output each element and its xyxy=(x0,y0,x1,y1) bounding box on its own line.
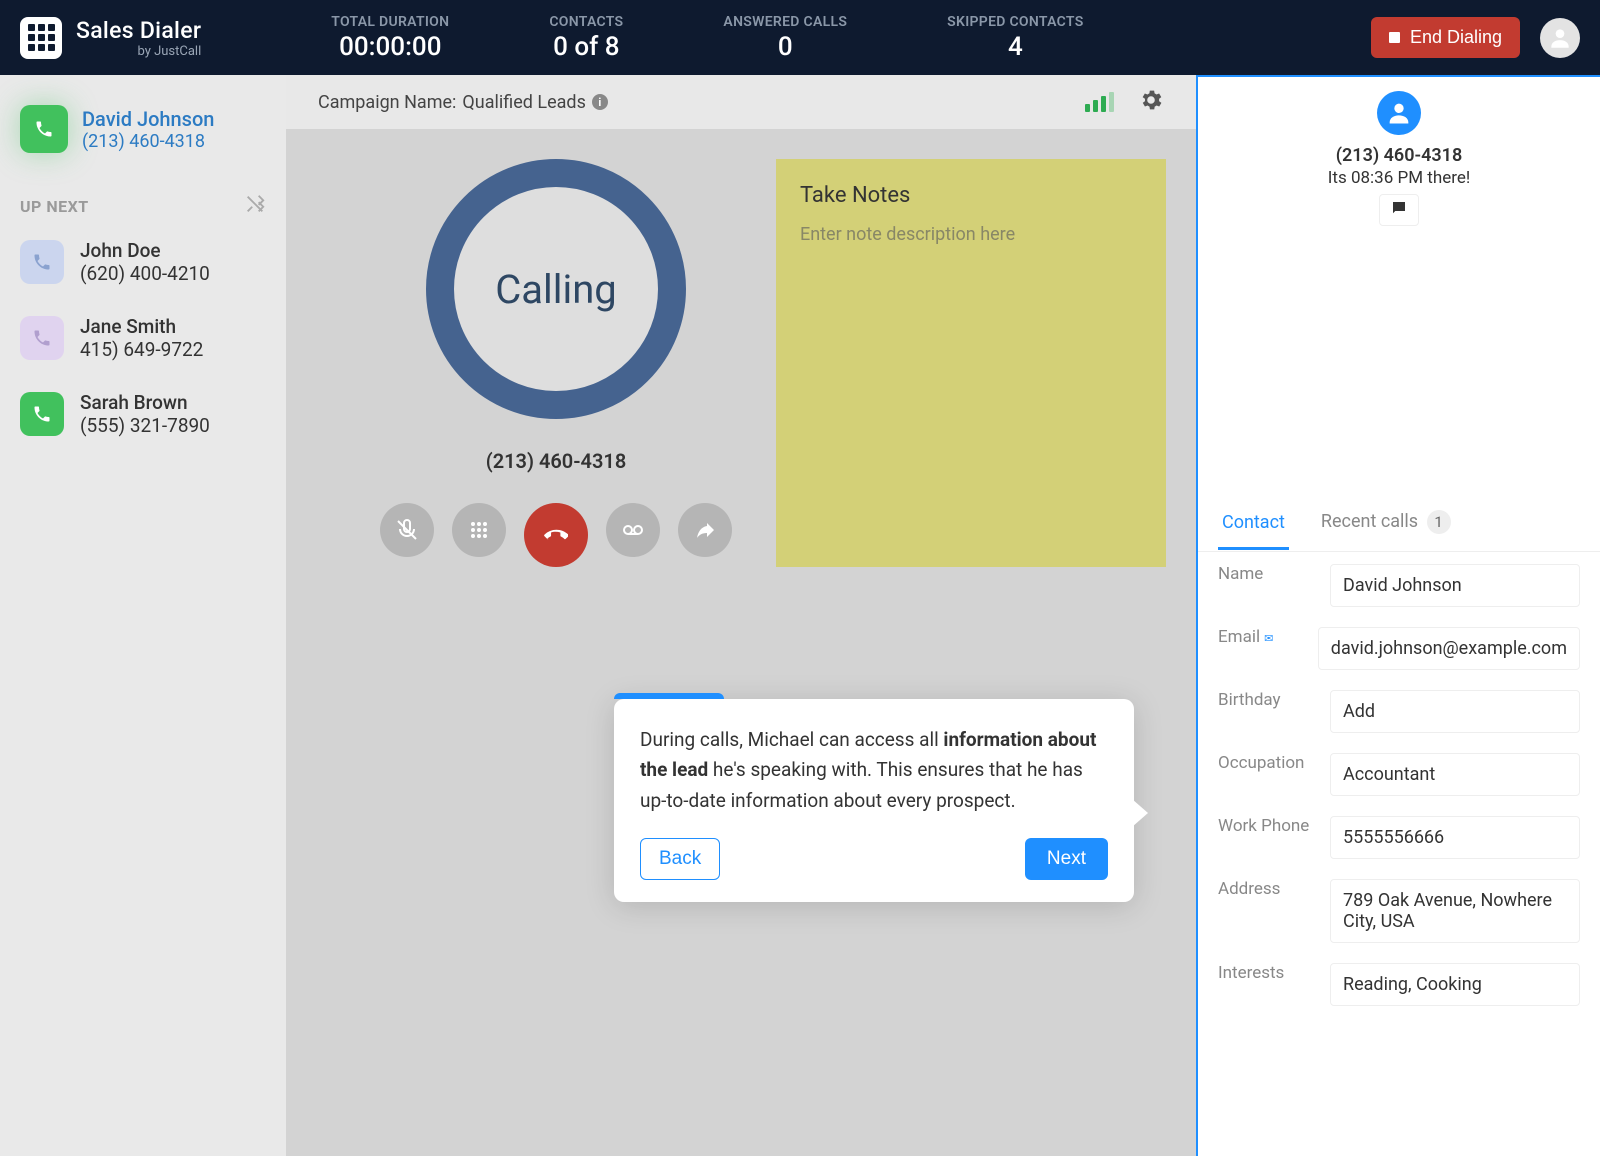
active-contact[interactable]: David Johnson (213) 460-4318 xyxy=(20,105,266,153)
tab-contact[interactable]: Contact xyxy=(1218,498,1289,550)
info-icon[interactable]: i xyxy=(592,94,608,110)
tab-recent-count: 1 xyxy=(1427,510,1451,534)
logo-icon xyxy=(20,17,62,59)
stop-icon xyxy=(1389,32,1400,43)
phone-icon xyxy=(20,316,64,360)
contact-details: Name David Johnson Email✉ david.johnson@… xyxy=(1198,552,1600,1018)
field-label: Work Phone xyxy=(1218,816,1330,836)
stat-label: TOTAL DURATION xyxy=(331,14,449,30)
field-workphone: Work Phone 5555556666 xyxy=(1218,816,1580,859)
tab-recent-label: Recent calls xyxy=(1321,511,1418,532)
call-status: Calling xyxy=(495,266,617,313)
app-logo: Sales Dialer by JustCall xyxy=(20,17,201,59)
active-contact-name: David Johnson xyxy=(82,107,214,131)
notes-block[interactable]: Take Notes Enter note description here xyxy=(776,159,1166,567)
contact-item[interactable]: John Doe (620) 400-4210 xyxy=(20,239,266,285)
end-dialing-button[interactable]: End Dialing xyxy=(1371,17,1520,58)
field-label: Name xyxy=(1218,564,1330,584)
gear-icon[interactable] xyxy=(1138,87,1164,117)
signal-icon xyxy=(1085,92,1114,112)
panel-phone: (213) 460-4318 xyxy=(1198,145,1600,166)
stat-value: 0 of 8 xyxy=(549,32,623,62)
stat-answered: ANSWERED CALLS 0 xyxy=(723,14,847,62)
tour-popover: During calls, Michael can access all inf… xyxy=(614,699,1134,902)
field-name: Name David Johnson xyxy=(1218,564,1580,607)
stat-label: CONTACTS xyxy=(549,14,623,30)
field-value[interactable]: David Johnson xyxy=(1330,564,1580,607)
contact-phone: (555) 321-7890 xyxy=(80,414,210,437)
panel-avatar-icon xyxy=(1377,91,1421,135)
hangup-button[interactable] xyxy=(524,503,588,567)
field-birthday: Birthday Add xyxy=(1218,690,1580,733)
active-contact-phone: (213) 460-4318 xyxy=(82,131,214,152)
field-label: Address xyxy=(1218,879,1330,899)
field-value[interactable]: Accountant xyxy=(1330,753,1580,796)
stat-label: SKIPPED CONTACTS xyxy=(947,14,1083,30)
field-occupation: Occupation Accountant xyxy=(1218,753,1580,796)
top-header: Sales Dialer by JustCall TOTAL DURATION … xyxy=(0,0,1600,75)
popover-text-before: During calls, Michael can access all xyxy=(640,728,943,751)
field-email: Email✉ david.johnson@example.com xyxy=(1218,627,1580,670)
tab-recent-calls[interactable]: Recent calls 1 xyxy=(1317,496,1455,551)
field-label: Email✉ xyxy=(1218,627,1318,647)
app-subtitle: by JustCall xyxy=(76,44,201,59)
field-label: Interests xyxy=(1218,963,1330,983)
calling-ring: Calling xyxy=(426,159,686,419)
voicemail-button[interactable] xyxy=(606,503,660,557)
panel-time: Its 08:36 PM there! xyxy=(1198,168,1600,188)
app-title: Sales Dialer xyxy=(76,17,201,44)
campaign-name: Qualified Leads xyxy=(462,92,585,113)
stat-label: ANSWERED CALLS xyxy=(723,14,847,30)
calling-block: Calling (213) 460-4318 xyxy=(366,159,746,567)
field-label: Birthday xyxy=(1218,690,1330,710)
mute-button[interactable] xyxy=(380,503,434,557)
stat-contacts: CONTACTS 0 of 8 xyxy=(549,14,623,62)
back-button[interactable]: Back xyxy=(640,838,720,880)
shuffle-icon[interactable] xyxy=(244,193,266,219)
campaign-prefix: Campaign Name: xyxy=(318,92,456,113)
field-value[interactable]: Reading, Cooking xyxy=(1330,963,1580,1006)
end-dialing-label: End Dialing xyxy=(1410,27,1502,48)
phone-icon xyxy=(20,240,64,284)
field-value[interactable]: 5555556666 xyxy=(1330,816,1580,859)
chat-icon[interactable] xyxy=(1379,194,1419,226)
contact-name: Jane Smith xyxy=(80,315,203,338)
contact-name: John Doe xyxy=(80,239,210,262)
mail-icon[interactable]: ✉ xyxy=(1264,632,1273,645)
campaign-bar: Campaign Name: Qualified Leads i xyxy=(286,75,1196,129)
phone-icon xyxy=(20,105,68,153)
user-avatar[interactable] xyxy=(1540,18,1580,58)
contact-item[interactable]: Jane Smith 415) 649-9722 xyxy=(20,315,266,361)
contact-name: Sarah Brown xyxy=(80,391,210,414)
sidebar: David Johnson (213) 460-4318 UP NEXT Joh… xyxy=(0,75,286,1156)
header-stats: TOTAL DURATION 00:00:00 CONTACTS 0 of 8 … xyxy=(331,14,1371,62)
contact-panel: (213) 460-4318 Its 08:36 PM there! Conta… xyxy=(1196,75,1600,1156)
phone-icon xyxy=(20,392,64,436)
calling-phone: (213) 460-4318 xyxy=(366,449,746,473)
contact-phone: 415) 649-9722 xyxy=(80,338,203,361)
field-value[interactable]: david.johnson@example.com xyxy=(1318,627,1580,670)
stat-value: 4 xyxy=(947,32,1083,62)
field-value[interactable]: 789 Oak Avenue, Nowhere City, USA xyxy=(1330,879,1580,943)
stat-skipped: SKIPPED CONTACTS 4 xyxy=(947,14,1083,62)
field-value[interactable]: Add xyxy=(1330,690,1580,733)
notes-placeholder: Enter note description here xyxy=(800,224,1142,245)
contact-phone: (620) 400-4210 xyxy=(80,262,210,285)
contact-item[interactable]: Sarah Brown (555) 321-7890 xyxy=(20,391,266,437)
upnext-label: UP NEXT xyxy=(20,197,89,216)
field-label: Occupation xyxy=(1218,753,1330,773)
field-address: Address 789 Oak Avenue, Nowhere City, US… xyxy=(1218,879,1580,943)
stat-value: 00:00:00 xyxy=(331,32,449,62)
forward-button[interactable] xyxy=(678,503,732,557)
notes-title: Take Notes xyxy=(800,183,1142,208)
field-interests: Interests Reading, Cooking xyxy=(1218,963,1580,1006)
panel-tabs: Contact Recent calls 1 xyxy=(1198,496,1600,552)
next-button[interactable]: Next xyxy=(1025,838,1108,880)
stat-duration: TOTAL DURATION 00:00:00 xyxy=(331,14,449,62)
person-icon xyxy=(1547,25,1573,51)
center-area: Campaign Name: Qualified Leads i Calling… xyxy=(286,75,1196,1156)
dialpad-button[interactable] xyxy=(452,503,506,557)
stat-value: 0 xyxy=(723,32,847,62)
